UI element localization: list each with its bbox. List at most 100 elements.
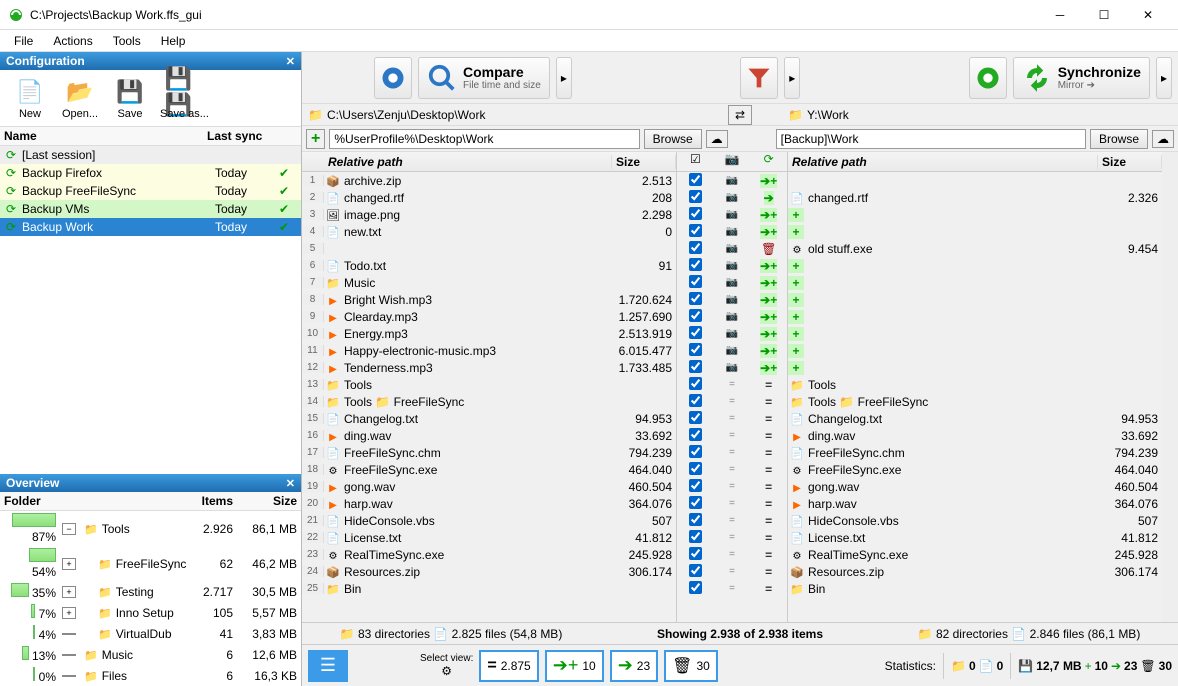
action-row[interactable]: 📷➔+	[677, 223, 787, 240]
action-row[interactable]: 📷➔+	[677, 206, 787, 223]
file-row[interactable]: +	[788, 274, 1162, 291]
file-row[interactable]: 25Bin	[302, 580, 676, 597]
filter-button[interactable]	[740, 57, 778, 99]
close-button[interactable]: ✕	[1126, 1, 1170, 29]
file-row[interactable]: RealTimeSync.exe245.928	[788, 546, 1162, 563]
filter-dropdown[interactable]: ▸	[784, 57, 800, 99]
file-row[interactable]: FreeFileSync.chm794.239	[788, 444, 1162, 461]
browse-right-button[interactable]: Browse	[1090, 129, 1148, 149]
maximize-button[interactable]: ☐	[1082, 1, 1126, 29]
menu-help[interactable]: Help	[153, 32, 194, 50]
action-row[interactable]: ==	[677, 478, 787, 495]
action-row[interactable]: ==	[677, 427, 787, 444]
config-close-icon[interactable]: ✕	[286, 55, 295, 68]
overview-row[interactable]: 54%+FreeFileSync6246,2 MB	[0, 546, 301, 581]
file-row[interactable]: 6Todo.txt91	[302, 257, 676, 274]
view-settings-icon[interactable]: ⚙	[441, 664, 452, 678]
file-row[interactable]: +	[788, 359, 1162, 376]
action-row[interactable]: 📷➔	[677, 189, 787, 206]
action-row[interactable]: 📷➔+	[677, 325, 787, 342]
minimize-button[interactable]: ─	[1038, 1, 1082, 29]
action-row[interactable]: 📷➔+	[677, 308, 787, 325]
action-row[interactable]: ==	[677, 444, 787, 461]
new-button[interactable]: 📄New	[6, 74, 54, 122]
cloud-right-button[interactable]: ☁	[1152, 130, 1174, 148]
file-row[interactable]: 2changed.rtf208	[302, 189, 676, 206]
action-row[interactable]: ==	[677, 461, 787, 478]
overview-row[interactable]: 87%−Tools2.92686,1 MB	[0, 511, 301, 546]
file-row[interactable]: 16ding.wav33.692	[302, 427, 676, 444]
file-row[interactable]: 10Energy.mp32.513.919	[302, 325, 676, 342]
config-row[interactable]: ⟳Backup VMsToday✔	[0, 200, 301, 218]
overview-row[interactable]: 35%+Testing2.71730,5 MB	[0, 581, 301, 602]
file-row[interactable]: 5	[302, 240, 676, 257]
swap-sides-button[interactable]: ⇄	[728, 105, 752, 125]
compare-button[interactable]: CompareFile time and size	[418, 57, 550, 99]
action-row[interactable]: 📷➔+	[677, 291, 787, 308]
action-row[interactable]: 📷➔+	[677, 172, 787, 189]
file-row[interactable]: harp.wav364.076	[788, 495, 1162, 512]
middle-action-grid[interactable]: ☑📷⟳ 📷➔+📷➔📷➔+📷➔+📷🗑📷➔+📷➔+📷➔+📷➔+📷➔+📷➔+📷➔+==…	[676, 152, 788, 622]
file-row[interactable]: 15Changelog.txt94.953	[302, 410, 676, 427]
file-row[interactable]: 11Happy-electronic-music.mp36.015.477	[302, 342, 676, 359]
action-row[interactable]: 📷➔+	[677, 274, 787, 291]
file-row[interactable]: Tools	[788, 376, 1162, 393]
vertical-scrollbar[interactable]	[1162, 152, 1178, 622]
add-pair-button[interactable]: +	[306, 129, 325, 149]
file-row[interactable]: 8Bright Wish.mp31.720.624	[302, 291, 676, 308]
action-row[interactable]: ==	[677, 376, 787, 393]
file-row[interactable]: 14Tools 📁 FreeFileSync	[302, 393, 676, 410]
file-row[interactable]: Tools 📁 FreeFileSync	[788, 393, 1162, 410]
file-row[interactable]: ding.wav33.692	[788, 427, 1162, 444]
action-row[interactable]: ==	[677, 410, 787, 427]
action-row[interactable]: ==	[677, 563, 787, 580]
file-row[interactable]: 19gong.wav460.504	[302, 478, 676, 495]
file-row[interactable]: +	[788, 206, 1162, 223]
view-delete-button[interactable]: 🗑30	[664, 650, 718, 682]
right-file-grid[interactable]: Relative pathSize changed.rtf2.326++old …	[788, 152, 1162, 622]
view-mode-button[interactable]: ☰	[308, 650, 348, 682]
file-row[interactable]: Bin	[788, 580, 1162, 597]
config-row[interactable]: ⟳Backup FirefoxToday✔	[0, 164, 301, 182]
file-row[interactable]: 7Music	[302, 274, 676, 291]
config-row[interactable]: ⟳[Last session]	[0, 146, 301, 164]
action-row[interactable]: 📷➔+	[677, 359, 787, 376]
config-list[interactable]: ⟳[Last session]⟳Backup FirefoxToday✔⟳Bac…	[0, 146, 301, 236]
file-row[interactable]: changed.rtf2.326	[788, 189, 1162, 206]
file-row[interactable]: 22License.txt41.812	[302, 529, 676, 546]
file-row[interactable]: FreeFileSync.exe464.040	[788, 461, 1162, 478]
action-row[interactable]: ==	[677, 546, 787, 563]
file-row[interactable]: +	[788, 223, 1162, 240]
file-row[interactable]: 3image.png2.298	[302, 206, 676, 223]
menu-tools[interactable]: Tools	[105, 32, 149, 50]
action-row[interactable]: ==	[677, 512, 787, 529]
file-row[interactable]: License.txt41.812	[788, 529, 1162, 546]
action-row[interactable]: ==	[677, 495, 787, 512]
file-row[interactable]: 24Resources.zip306.174	[302, 563, 676, 580]
action-row[interactable]: 📷➔+	[677, 342, 787, 359]
overview-row[interactable]: 13%Music612,6 MB	[0, 644, 301, 665]
config-row[interactable]: ⟳Backup FreeFileSyncToday✔	[0, 182, 301, 200]
open-button[interactable]: 📂Open...	[56, 74, 104, 122]
action-row[interactable]: ==	[677, 529, 787, 546]
file-row[interactable]: 18FreeFileSync.exe464.040	[302, 461, 676, 478]
category-icon[interactable]: 📷	[714, 152, 751, 171]
file-row[interactable]: 23RealTimeSync.exe245.928	[302, 546, 676, 563]
sync-dropdown[interactable]: ▸	[1156, 57, 1172, 99]
view-create-button[interactable]: ➔+10	[545, 650, 604, 682]
file-row[interactable]: gong.wav460.504	[788, 478, 1162, 495]
config-row[interactable]: ⟳Backup WorkToday✔	[0, 218, 301, 236]
file-row[interactable]: 13Tools	[302, 376, 676, 393]
file-row[interactable]: HideConsole.vbs507	[788, 512, 1162, 529]
file-row[interactable]: +	[788, 291, 1162, 308]
left-file-grid[interactable]: Relative pathSize 1archive.zip2.5132chan…	[302, 152, 676, 622]
overview-list[interactable]: 87%−Tools2.92686,1 MB 54%+FreeFileSync62…	[0, 511, 301, 686]
action-row[interactable]: ==	[677, 393, 787, 410]
save-button[interactable]: 💾Save	[106, 74, 154, 122]
overview-row[interactable]: 0%Files616,3 KB	[0, 665, 301, 686]
file-row[interactable]: 4new.txt0	[302, 223, 676, 240]
file-row[interactable]: +	[788, 342, 1162, 359]
file-row[interactable]: 21HideConsole.vbs507	[302, 512, 676, 529]
sync-action-icon[interactable]: ⟳	[750, 152, 787, 171]
cloud-left-button[interactable]: ☁	[706, 130, 728, 148]
